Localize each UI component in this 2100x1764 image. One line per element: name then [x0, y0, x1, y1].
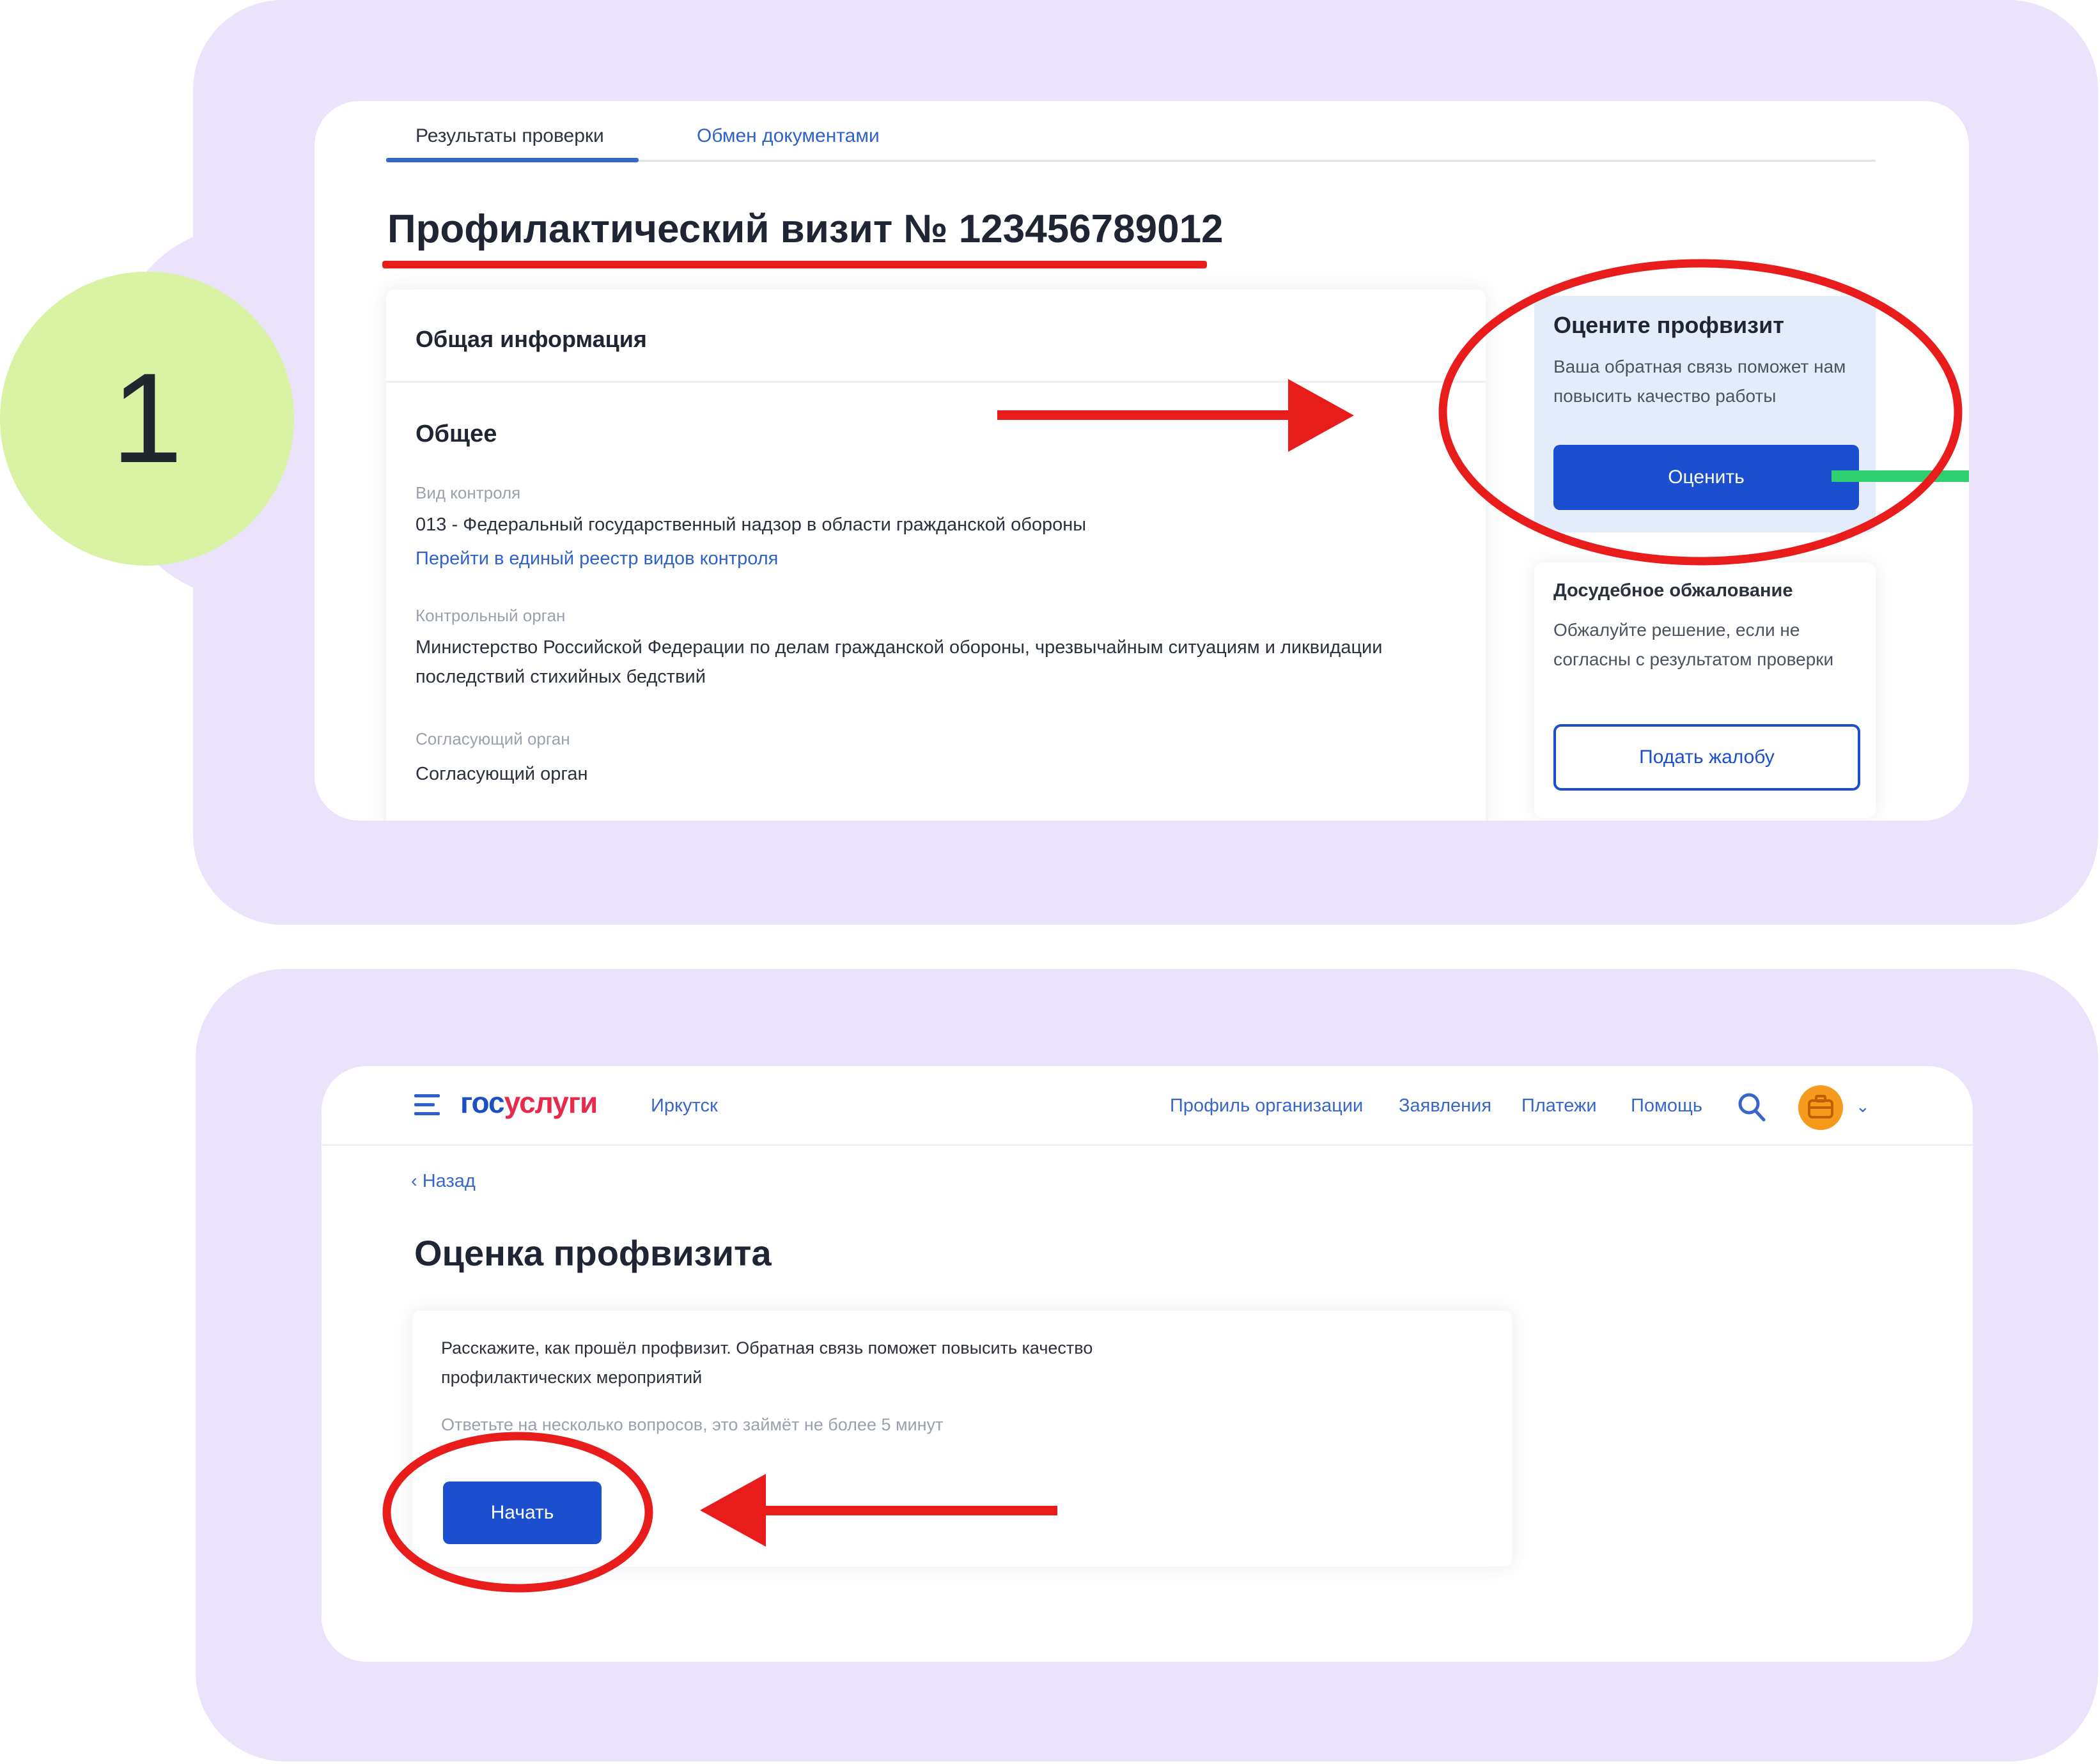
- highlight-circle-rate: [1438, 259, 1963, 566]
- arrow-left-annotation: [700, 1474, 1057, 1547]
- annotation-overlay: [382, 259, 1963, 1593]
- arrow-right-annotation: [997, 379, 1354, 452]
- highlight-circle-start: [382, 1432, 653, 1593]
